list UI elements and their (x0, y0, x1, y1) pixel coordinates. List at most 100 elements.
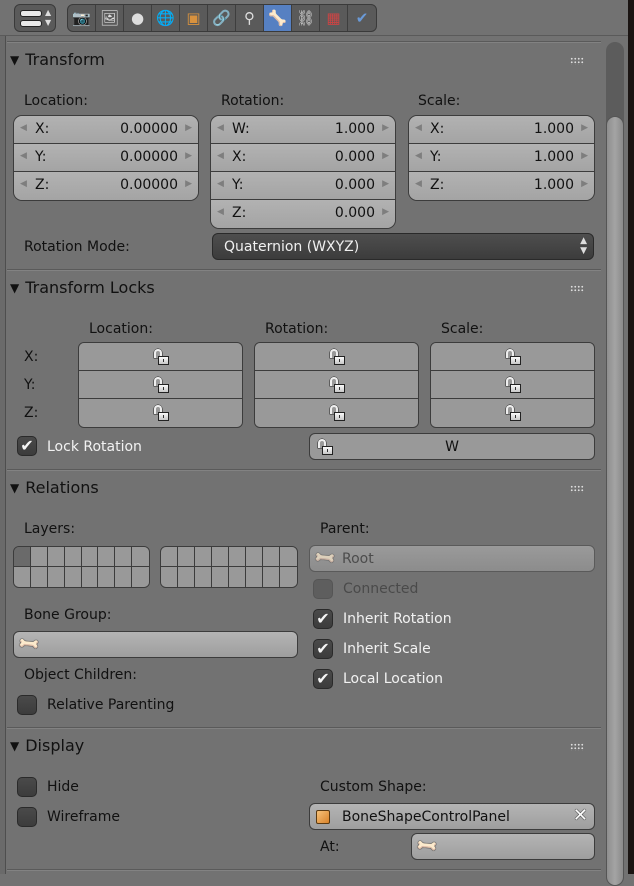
layer-toggle[interactable] (47, 547, 65, 567)
lock-scale-y-toggle[interactable] (431, 371, 594, 399)
display-panel-header[interactable]: ▼ Display (10, 736, 84, 755)
tab-scene[interactable]: ● (124, 5, 152, 31)
rotation-x-field[interactable]: ◀ X: 0.000 ▶ (211, 144, 395, 172)
layer-toggle[interactable] (229, 547, 246, 567)
layer-toggle[interactable] (195, 547, 212, 567)
increment-arrow-icon[interactable]: ▶ (382, 207, 389, 217)
layer-toggle[interactable] (81, 547, 99, 567)
lock-location-y-toggle[interactable] (79, 371, 242, 399)
layer-toggle[interactable] (64, 547, 82, 567)
hide-checkbox[interactable] (17, 777, 37, 797)
rotation-y-field[interactable]: ◀ Y: 0.000 ▶ (211, 172, 395, 200)
decrement-arrow-icon[interactable]: ◀ (20, 179, 27, 189)
increment-arrow-icon[interactable]: ▶ (581, 123, 588, 133)
layer-toggle[interactable] (263, 567, 280, 587)
layer-toggle[interactable] (30, 567, 48, 587)
layer-toggle[interactable] (161, 547, 178, 567)
layer-toggle[interactable] (132, 567, 149, 587)
layer-toggle[interactable] (161, 567, 178, 587)
scale-y-field[interactable]: ◀ Y: 1.000 ▶ (409, 144, 594, 172)
scale-z-field[interactable]: ◀ Z: 1.000 ▶ (409, 172, 594, 200)
layer-toggle[interactable] (64, 567, 82, 587)
decrement-arrow-icon[interactable]: ◀ (217, 123, 224, 133)
tab-object[interactable]: ▣ (180, 5, 208, 31)
layer-toggle[interactable] (115, 547, 133, 567)
lock-rotation-x-toggle[interactable] (255, 343, 418, 371)
tab-constraints[interactable]: 🔗 (208, 5, 236, 31)
rotation-w-field[interactable]: ◀ W: 1.000 ▶ (211, 116, 395, 144)
drag-grip-icon[interactable] (570, 285, 584, 293)
layer-toggle[interactable] (246, 567, 263, 587)
inherit-rotation-checkbox[interactable]: ✔ (313, 609, 333, 629)
decrement-arrow-icon[interactable]: ◀ (217, 151, 224, 161)
increment-arrow-icon[interactable]: ▶ (382, 179, 389, 189)
layer-toggle[interactable] (229, 567, 246, 587)
rotation-mode-dropdown[interactable]: Quaternion (WXYZ) ▲ ▼ (212, 233, 594, 260)
relative-parenting-checkbox[interactable] (17, 695, 37, 715)
decrement-arrow-icon[interactable]: ◀ (415, 179, 422, 189)
relations-panel-header[interactable]: ▼ Relations (10, 478, 99, 497)
drag-grip-icon[interactable] (570, 57, 584, 65)
layer-toggle[interactable] (280, 547, 297, 567)
increment-arrow-icon[interactable]: ▶ (382, 123, 389, 133)
layer-toggle[interactable] (246, 547, 263, 567)
decrement-arrow-icon[interactable]: ◀ (20, 123, 27, 133)
layer-toggle[interactable] (98, 547, 116, 567)
layer-toggle[interactable] (212, 547, 229, 567)
custom-shape-field[interactable]: BoneShapeControlPanel ✕ (309, 803, 595, 830)
scrollbar-thumb[interactable] (606, 116, 624, 886)
decrement-arrow-icon[interactable]: ◀ (217, 207, 224, 217)
increment-arrow-icon[interactable]: ▶ (185, 151, 192, 161)
scale-x-field[interactable]: ◀ X: 1.000 ▶ (409, 116, 594, 144)
increment-arrow-icon[interactable]: ▶ (382, 151, 389, 161)
wireframe-checkbox[interactable] (17, 807, 37, 827)
increment-arrow-icon[interactable]: ▶ (185, 179, 192, 189)
tab-bone[interactable]: 🦴 (264, 5, 292, 31)
lock-rotation-y-toggle[interactable] (255, 371, 418, 399)
tab-object-data[interactable]: ⚲ (236, 5, 264, 31)
at-bone-field[interactable]: 🦴 (411, 833, 595, 860)
lock-scale-x-toggle[interactable] (431, 343, 594, 371)
increment-arrow-icon[interactable]: ▶ (581, 151, 588, 161)
decrement-arrow-icon[interactable]: ◀ (217, 179, 224, 189)
layer-toggle[interactable] (47, 567, 65, 587)
decrement-arrow-icon[interactable]: ◀ (415, 151, 422, 161)
layer-toggle[interactable] (14, 547, 31, 567)
decrement-arrow-icon[interactable]: ◀ (20, 151, 27, 161)
layer-toggle[interactable] (178, 547, 195, 567)
layer-toggle[interactable] (195, 567, 212, 587)
layer-toggle[interactable] (178, 567, 195, 587)
layer-toggle[interactable] (280, 567, 297, 587)
tab-physics[interactable]: ✔ (348, 5, 376, 31)
location-x-field[interactable]: ◀ X: 0.00000 ▶ (14, 116, 198, 144)
layer-toggle[interactable] (14, 567, 31, 587)
parent-field[interactable]: 🦴 Root (309, 545, 595, 572)
bone-group-field[interactable]: 🦴 (13, 631, 298, 658)
tab-render[interactable]: 📷 (68, 5, 96, 31)
layer-toggle[interactable] (212, 567, 229, 587)
rotation-z-field[interactable]: ◀ Z: 0.000 ▶ (211, 200, 395, 228)
layer-toggle[interactable] (98, 567, 116, 587)
location-z-field[interactable]: ◀ Z: 0.00000 ▶ (14, 172, 198, 200)
transform-panel-header[interactable]: ▼ Transform (10, 50, 105, 69)
lock-location-z-toggle[interactable] (79, 399, 242, 427)
layer-toggle[interactable] (132, 547, 149, 567)
lock-rotation-checkbox[interactable]: ✔ (17, 436, 37, 456)
tab-render-layers[interactable]: 🖼 (96, 5, 124, 31)
tab-bone-constraints[interactable]: ⛓ (292, 5, 320, 31)
layer-toggle[interactable] (81, 567, 99, 587)
context-toggle-button[interactable]: ▲ ▼ (14, 4, 56, 32)
local-location-checkbox[interactable]: ✔ (313, 669, 333, 689)
inherit-scale-checkbox[interactable]: ✔ (313, 639, 333, 659)
decrement-arrow-icon[interactable]: ◀ (415, 123, 422, 133)
tab-world[interactable]: 🌐 (152, 5, 180, 31)
increment-arrow-icon[interactable]: ▶ (185, 123, 192, 133)
layer-toggle[interactable] (263, 547, 280, 567)
drag-grip-icon[interactable] (570, 485, 584, 493)
lock-location-x-toggle[interactable] (79, 343, 242, 371)
connected-checkbox[interactable] (313, 579, 333, 599)
increment-arrow-icon[interactable]: ▶ (581, 179, 588, 189)
lock-scale-z-toggle[interactable] (431, 399, 594, 427)
lock-rotation-w-toggle[interactable]: W (309, 433, 595, 460)
clear-icon[interactable]: ✕ (573, 805, 588, 826)
